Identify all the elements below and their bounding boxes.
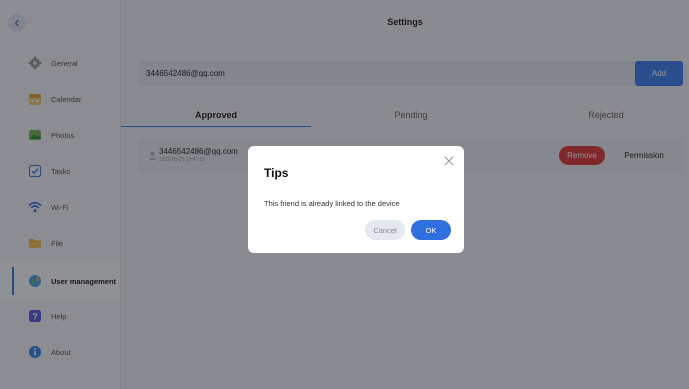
tips-dialog: Tips This friend is already linked to th…: [248, 146, 464, 253]
dialog-title: Tips: [264, 166, 289, 180]
close-icon[interactable]: [444, 156, 454, 166]
dialog-message: This friend is already linked to the dev…: [264, 199, 400, 208]
cancel-button[interactable]: Cancel: [365, 220, 405, 240]
ok-button[interactable]: OK: [411, 220, 451, 240]
